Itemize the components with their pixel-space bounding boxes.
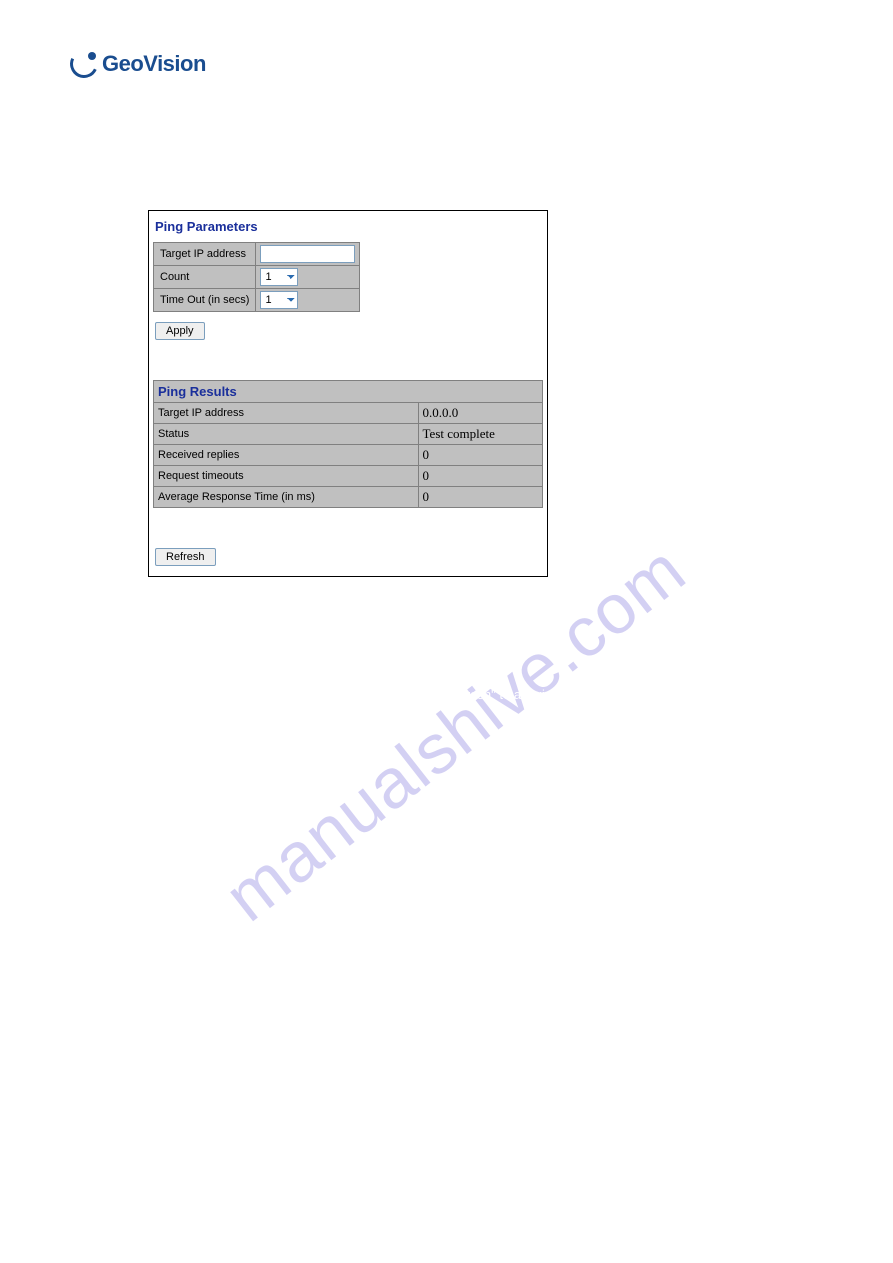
table-row: Status Test complete: [154, 424, 543, 445]
ping-parameters-table: Target IP address Count 1 Time Out (in s…: [153, 242, 360, 312]
result-label: Received replies: [154, 445, 419, 466]
brand-logo: GeoVision: [70, 50, 206, 78]
result-label: Average Response Time (in ms): [154, 487, 419, 508]
result-value: 0.0.0.0: [418, 403, 542, 424]
note-label: NOTE:: [150, 687, 190, 702]
result-label: Target IP address: [154, 403, 419, 424]
row-target-ip: Target IP address: [154, 243, 360, 266]
desc-timeout: Time Out: The timeout value in seconds.: [150, 656, 750, 678]
result-value: Test complete: [418, 424, 542, 445]
ping-panel: Ping Parameters Target IP address Count …: [148, 210, 548, 577]
label-timeout: Time Out (in secs): [154, 289, 256, 312]
logo-mark-icon: [70, 50, 98, 78]
note-text: After clicking "Apply", it is essential …: [193, 687, 676, 702]
ping-parameters-title: Ping Parameters: [153, 215, 543, 242]
intro-block: 4.12.4 Ping Use the "PING" to test the s…: [150, 130, 750, 182]
description-block: Target IP Address: The IP address of the…: [150, 600, 750, 712]
table-row: Received replies 0: [154, 445, 543, 466]
result-value: 0: [418, 487, 542, 508]
desc-target-ip: Target IP Address: The IP address of the…: [150, 600, 750, 622]
label-target-ip: Target IP address: [154, 243, 256, 266]
ping-results-table: Ping Results Target IP address 0.0.0.0 S…: [153, 380, 543, 508]
refresh-button[interactable]: Refresh: [155, 548, 216, 566]
desc-count: Count: The number of echo requests will …: [150, 628, 750, 650]
intro-paragraph: Use the "PING" to test the switch to oth…: [150, 163, 750, 183]
logo-text: GeoVision: [102, 51, 206, 77]
label-count: Count: [154, 266, 256, 289]
result-value: 0: [418, 445, 542, 466]
timeout-select[interactable]: 1: [260, 291, 298, 309]
page-number: 64: [70, 1229, 83, 1243]
row-timeout: Time Out (in secs) 1: [154, 289, 360, 312]
result-label: Request timeouts: [154, 466, 419, 487]
count-select[interactable]: 1: [260, 268, 298, 286]
result-value: 0: [418, 466, 542, 487]
row-count: Count 1: [154, 266, 360, 289]
ping-results-title: Ping Results: [154, 381, 543, 403]
section-heading: 4.12.4 Ping: [150, 130, 750, 153]
desc-note: NOTE: After clicking "Apply", it is esse…: [150, 684, 750, 706]
watermark-text: manualshive.com: [210, 529, 700, 937]
table-row: Target IP address 0.0.0.0: [154, 403, 543, 424]
result-label: Status: [154, 424, 419, 445]
table-row: Average Response Time (in ms) 0: [154, 487, 543, 508]
apply-button[interactable]: Apply: [155, 322, 205, 340]
target-ip-input[interactable]: [260, 245, 355, 263]
table-row: Request timeouts 0: [154, 466, 543, 487]
